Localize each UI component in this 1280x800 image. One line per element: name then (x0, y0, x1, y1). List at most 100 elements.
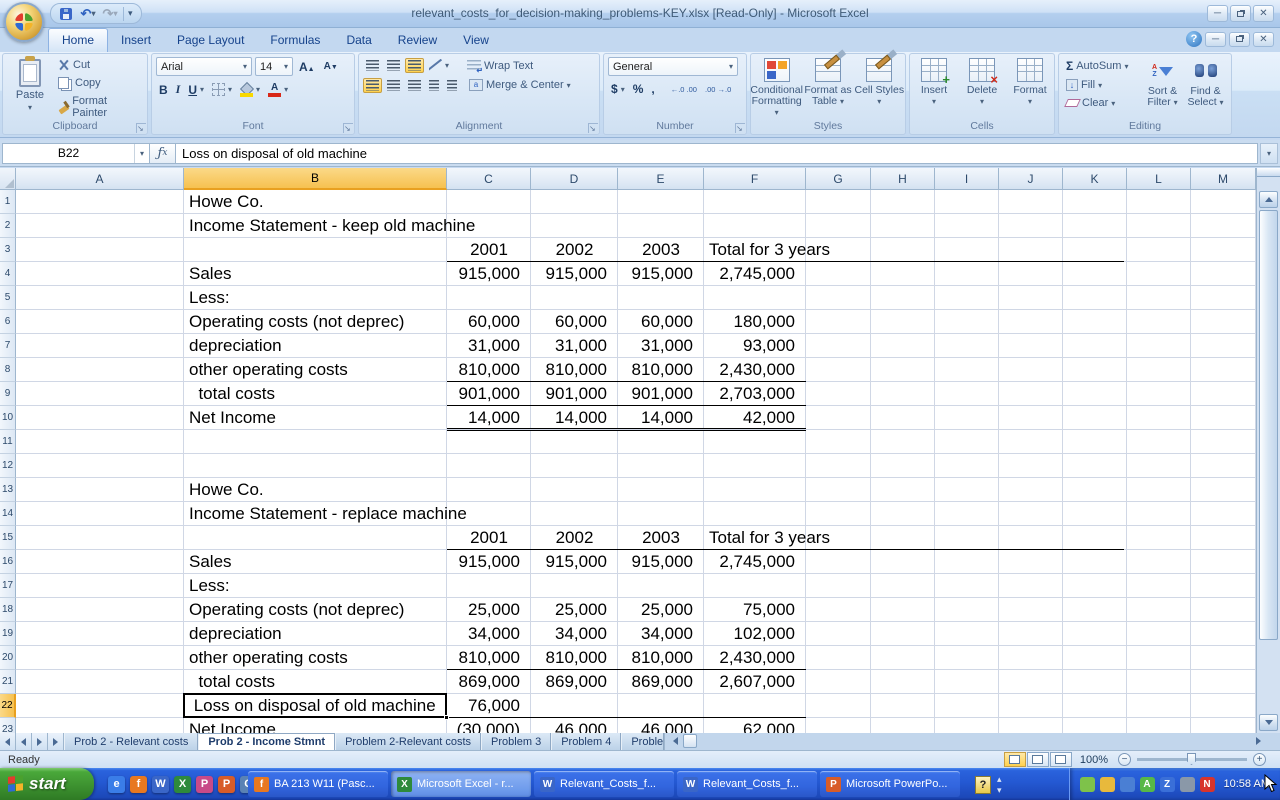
quick-launch-firefox-icon[interactable]: f (130, 776, 147, 793)
cell-G3[interactable] (806, 238, 871, 262)
borders-button[interactable]: ▾ (209, 81, 235, 98)
cell-D19[interactable]: 34,000 (531, 622, 618, 646)
horizontal-scrollbar[interactable] (664, 733, 1280, 750)
cell-E6[interactable]: 60,000 (618, 310, 704, 334)
fill-button[interactable]: ↓Fill▾ (1063, 77, 1139, 93)
cell-F3[interactable]: Total for 3 years (704, 238, 1124, 262)
column-header-M[interactable]: M (1191, 168, 1256, 190)
cell-C22[interactable]: 76,000 (447, 694, 531, 718)
fill-color-button[interactable]: ▾ (237, 81, 263, 98)
row-header-18[interactable]: 18 (0, 598, 16, 622)
cell-B1[interactable]: Howe Co. (184, 190, 604, 214)
ribbon-tab-home[interactable]: Home (48, 28, 108, 52)
align-right-button[interactable] (405, 78, 424, 93)
scroll-down-button[interactable] (1259, 714, 1278, 731)
column-header-L[interactable]: L (1127, 168, 1191, 190)
cell-D16[interactable]: 915,000 (531, 550, 618, 574)
normal-view-button[interactable] (1004, 752, 1026, 767)
cell-D10[interactable]: 14,000 (531, 406, 618, 431)
zoom-out-button[interactable]: − (1118, 753, 1131, 766)
office-button[interactable] (4, 2, 44, 42)
tray-system-tools-icon[interactable] (1120, 777, 1135, 792)
font-color-button[interactable]: A▾ (265, 81, 291, 98)
cell-C4[interactable]: 915,000 (447, 262, 531, 286)
cell-E10[interactable]: 14,000 (618, 406, 704, 431)
column-header-K[interactable]: K (1063, 168, 1127, 190)
cell-D23[interactable]: 46,000 (531, 718, 618, 733)
find-select-button[interactable]: Find & Select ▾ (1184, 57, 1227, 108)
fill-handle[interactable] (444, 715, 449, 720)
task-button-word[interactable]: WRelevant_Costs_f... (677, 771, 817, 797)
sheet-tab-problem-2-relevant-costs[interactable]: Problem 2-Relevant costs (335, 733, 481, 750)
tray-z-utility-icon[interactable]: Z (1160, 777, 1175, 792)
tray-network-globe-icon[interactable] (1180, 777, 1195, 792)
tray-antivirus-icon[interactable]: A (1140, 777, 1155, 792)
cell-styles-button[interactable]: Cell Styles ▾ (854, 56, 904, 118)
cut-button[interactable]: Cut (55, 57, 143, 73)
number-format-select[interactable]: General▾ (608, 57, 738, 76)
align-bottom-button[interactable] (405, 58, 424, 73)
workbook-restore-button[interactable] (1229, 32, 1250, 47)
sheet-tab-proble[interactable]: Proble (621, 733, 664, 750)
row-header-3[interactable]: 3 (0, 238, 16, 262)
wrap-text-button[interactable]: Wrap Text (464, 58, 536, 74)
grow-font-button[interactable]: A▲ (296, 57, 318, 76)
cell-C10[interactable]: 14,000 (447, 406, 531, 431)
task-button-word[interactable]: WRelevant_Costs_f... (534, 771, 674, 797)
cell-E18[interactable]: 25,000 (618, 598, 704, 622)
cell-B13[interactable]: Howe Co. (184, 478, 604, 502)
cell-area[interactable]: Howe Co.Income Statement - keep old mach… (16, 190, 1256, 733)
cell-F16[interactable]: 2,745,000 (704, 550, 806, 574)
align-center-button[interactable] (384, 78, 403, 93)
row-header-10[interactable]: 10 (0, 406, 16, 430)
row-header-15[interactable]: 15 (0, 526, 16, 550)
row-header-8[interactable]: 8 (0, 358, 16, 382)
cell-F21[interactable]: 2,607,000 (704, 670, 806, 694)
autosum-button[interactable]: ΣAutoSum▾ (1063, 57, 1139, 75)
row-header-4[interactable]: 4 (0, 262, 16, 286)
formula-input[interactable]: Loss on disposal of old machine (176, 143, 1258, 164)
cell-C15[interactable]: 2001 (447, 526, 531, 550)
cell-F8[interactable]: 2,430,000 (704, 358, 806, 382)
column-header-D[interactable]: D (531, 168, 618, 190)
app-minimize-button[interactable]: ─ (1207, 5, 1228, 22)
cell-D6[interactable]: 60,000 (531, 310, 618, 334)
row-header-23[interactable]: 23 (0, 718, 16, 733)
row-header-2[interactable]: 2 (0, 214, 16, 238)
quick-launch-publisher-icon[interactable]: P (196, 776, 213, 793)
merge-center-button[interactable]: aMerge & Center▾ (466, 77, 574, 93)
cell-G15[interactable] (806, 526, 871, 550)
row-header-13[interactable]: 13 (0, 478, 16, 502)
shrink-font-button[interactable]: A▼ (321, 57, 341, 76)
sort-filter-button[interactable]: AZ Sort & Filter ▾ (1141, 57, 1184, 108)
quick-launch-word-icon[interactable]: W (152, 776, 169, 793)
insert-function-button[interactable]: ƒx (150, 143, 176, 164)
zoom-slider[interactable] (1137, 758, 1247, 761)
cell-B2[interactable]: Income Statement - keep old machine (184, 214, 604, 238)
font-dialog-launcher[interactable]: ↘ (343, 123, 353, 133)
cell-F10[interactable]: 42,000 (704, 406, 806, 431)
task-button-firefox[interactable]: fBA 213 W11 (Pasc... (248, 771, 388, 797)
tray-messenger-icon[interactable] (1080, 777, 1095, 792)
task-button-powerpoint[interactable]: PMicrosoft PowerPo... (820, 771, 960, 797)
clipboard-dialog-launcher[interactable]: ↘ (136, 123, 146, 133)
row-header-11[interactable]: 11 (0, 430, 16, 454)
row-header-7[interactable]: 7 (0, 334, 16, 358)
start-button[interactable]: start (0, 768, 94, 800)
cell-E22[interactable] (618, 694, 704, 718)
clear-button[interactable]: Clear▾ (1063, 95, 1139, 111)
help-button[interactable]: ? (1186, 31, 1202, 47)
expand-formula-bar-button[interactable]: ▾ (1260, 143, 1278, 164)
font-family-select[interactable]: Arial▾ (156, 57, 252, 76)
vertical-scroll-thumb[interactable] (1259, 210, 1278, 640)
comma-format-button[interactable]: , (648, 80, 657, 98)
cell-C20[interactable]: 810,000 (447, 646, 531, 670)
cell-E7[interactable]: 31,000 (618, 334, 704, 358)
ribbon-tab-formulas[interactable]: Formulas (257, 28, 333, 52)
cell-F20[interactable]: 2,430,000 (704, 646, 806, 670)
increase-indent-button[interactable] (444, 78, 460, 93)
cell-E3[interactable]: 2003 (618, 238, 704, 262)
bold-button[interactable]: B (156, 81, 171, 99)
cell-D20[interactable]: 810,000 (531, 646, 618, 670)
name-box[interactable]: B22 ▾ (2, 143, 150, 164)
